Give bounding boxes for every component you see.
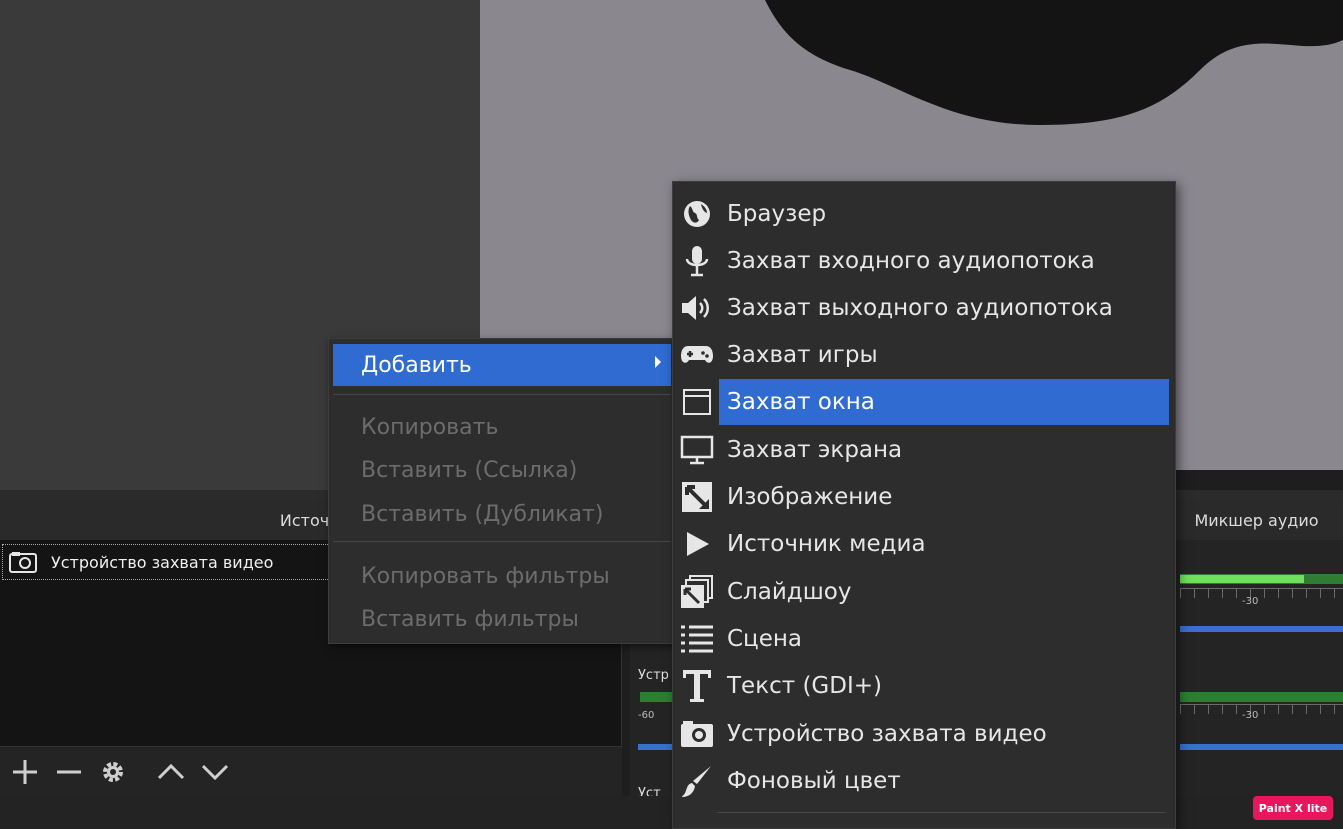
submenu-arrow-icon [655,356,661,368]
submenu-item-color-source[interactable]: Фоновый цвет [673,757,1175,804]
add-source-submenu: Браузер Захват входного аудиопотока Захв… [672,181,1176,829]
submenu-item-label: Захват игры [727,341,878,368]
move-source-up-button[interactable] [156,757,186,787]
image-icon [682,481,712,512]
mixer-tick-label: -30 [1242,596,1259,607]
mixer-meter-1-level [1180,575,1304,583]
menu-item-paste-filters[interactable]: Вставить фильтры [329,599,673,639]
mixer-channel-label: Устр [638,668,669,683]
speaker-icon [682,295,709,320]
submenu-separator [717,812,1165,813]
gamepad-icon [681,345,713,363]
submenu-item-browser[interactable]: Браузер [673,190,1175,237]
submenu-item-label: Сцена [727,625,802,652]
mixer-channel-label: Уст [638,786,661,796]
submenu-item-window-capture[interactable]: Захват окна [673,378,1175,425]
menu-item-add[interactable]: Добавить [333,344,671,386]
source-properties-button[interactable] [98,757,128,787]
play-icon [687,531,709,556]
brush-icon [682,765,711,797]
submenu-item-label: Захват входного аудиопотока [727,247,1095,274]
mixer-tick-label: -60 [638,710,655,721]
menu-item-copy-filters[interactable]: Копировать фильтры [329,556,673,596]
camera-icon [681,720,713,747]
menu-item-paste-duplicate[interactable]: Вставить (Дубликат) [329,494,673,534]
mixer-volume-slider-1[interactable] [1180,626,1343,632]
submenu-item-audio-output-capture[interactable]: Захват выходного аудиопотока [673,284,1175,331]
microphone-icon [685,245,709,276]
slideshow-icon [681,574,713,608]
submenu-item-label: Браузер [727,200,827,227]
minus-icon [57,770,81,773]
submenu-item-label: Текст (GDI+) [727,672,882,699]
submenu-item-scene[interactable]: Сцена [673,615,1175,662]
submenu-item-media-source[interactable]: Источник медиа [673,520,1175,567]
mixer-tick-label: -30 [1242,710,1259,721]
monitor-icon [680,435,714,464]
submenu-item-label: Источник медиа [727,530,926,557]
remove-source-button[interactable] [54,757,84,787]
submenu-item-label: Фоновый цвет [727,767,901,794]
mixer-meter-2-left [640,692,676,702]
paint-x-lite-badge: Paint X lite [1253,796,1333,820]
plus-icon [13,759,37,784]
menu-item-paste-reference[interactable]: Вставить (Ссылка) [329,450,673,490]
add-source-button[interactable] [10,757,40,787]
camera-icon [9,552,37,573]
globe-icon [684,200,710,227]
menu-item-copy[interactable]: Копировать [329,407,673,447]
submenu-item-label: Слайдшоу [727,578,852,605]
mixer-ticks-1 [1180,588,1343,598]
submenu-item-image[interactable]: Изображение [673,473,1175,520]
submenu-item-slideshow[interactable]: Слайдшоу [673,568,1175,615]
submenu-item-game-capture[interactable]: Захват игры [673,331,1175,378]
submenu-item-label: Захват выходного аудиопотока [727,294,1113,321]
chevron-down-icon [201,764,229,780]
mixer-volume-slider-2-right[interactable] [1180,744,1343,750]
submenu-item-video-capture-device[interactable]: Устройство захвата видео [673,710,1175,757]
submenu-item-label: Захват окна [719,378,1169,425]
move-source-down-button[interactable] [200,757,230,787]
submenu-item-label: Устройство захвата видео [727,720,1047,747]
menu-separator [333,541,671,542]
text-icon [683,669,711,702]
mixer-meter-2 [1180,692,1343,702]
window-icon [683,388,711,415]
submenu-item-text-gdi[interactable]: Текст (GDI+) [673,662,1175,709]
list-icon [681,625,713,652]
mixer-dock-title: Микшер аудио [1170,500,1343,540]
submenu-item-display-capture[interactable]: Захват экрана [673,426,1175,473]
submenu-item-label: Захват экрана [727,436,903,463]
source-context-menu: Добавить Копировать Вставить (Ссылка) Вс… [328,338,674,644]
source-item-label: Устройство захвата видео [51,552,274,572]
chevron-up-icon [157,763,185,779]
mixer-ticks-2 [1180,704,1343,714]
menu-item-label: Добавить [361,352,472,378]
gear-icon [103,761,123,782]
sources-toolbar [0,746,622,796]
menu-separator [333,394,671,395]
submenu-item-audio-input-capture[interactable]: Захват входного аудиопотока [673,237,1175,284]
submenu-item-label: Изображение [727,483,893,510]
